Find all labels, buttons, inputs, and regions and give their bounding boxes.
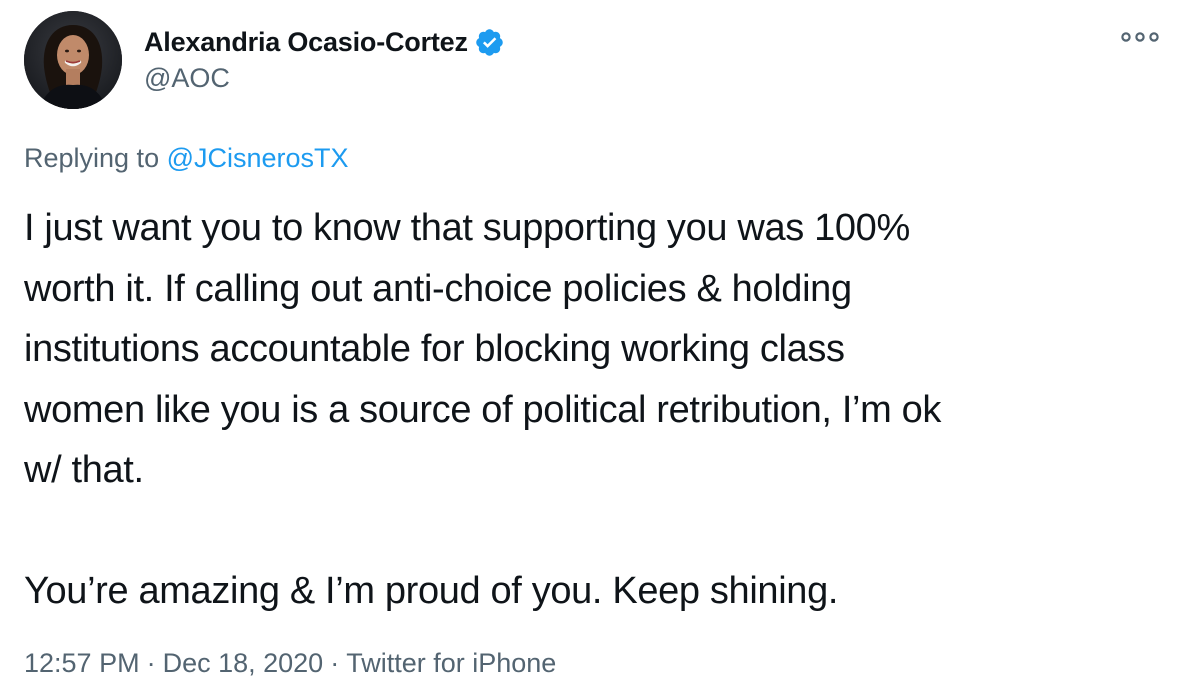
meta-separator: ·	[146, 648, 156, 678]
replying-to-label: Replying to	[24, 143, 160, 173]
tweet-text: I just want you to know that supporting …	[24, 198, 1144, 622]
tweet-text-line: w/ that.	[24, 449, 144, 491]
tweet-text-line: I just want you to know that supporting …	[24, 207, 910, 249]
tweet-text-line: worth it. If calling out anti-choice pol…	[24, 267, 852, 310]
more-horizontal-icon	[1121, 32, 1159, 42]
tweet-card: Alexandria Ocasio-Cortez @AOC Replying t…	[0, 0, 1186, 696]
replying-to: Replying to @JCisnerosTX	[24, 143, 349, 174]
meta-separator: ·	[330, 648, 340, 678]
profile-photo-icon	[24, 11, 122, 109]
tweet-text-line: You’re amazing & I’m proud of you. Keep …	[24, 570, 839, 612]
tweet-meta: 12:57 PM · Dec 18, 2020 · Twitter for iPhone	[24, 648, 556, 679]
tweet-text-line: institutions accountable for blocking wo…	[24, 328, 845, 370]
verified-badge-icon	[474, 27, 505, 58]
author-display-name[interactable]: Alexandria Ocasio-Cortez	[144, 27, 468, 58]
author-handle[interactable]: @AOC	[144, 63, 230, 94]
avatar[interactable]	[24, 11, 122, 109]
author-name-row: Alexandria Ocasio-Cortez	[144, 24, 505, 60]
reply-target-link[interactable]: @JCisnerosTX	[167, 143, 349, 173]
tweet-time[interactable]: 12:57 PM	[24, 648, 140, 678]
tweet-source[interactable]: Twitter for iPhone	[346, 648, 556, 678]
tweet-date[interactable]: Dec 18, 2020	[163, 648, 324, 678]
tweet-text-line: women like you is a source of political …	[24, 388, 942, 431]
more-options-button[interactable]	[1118, 25, 1162, 49]
